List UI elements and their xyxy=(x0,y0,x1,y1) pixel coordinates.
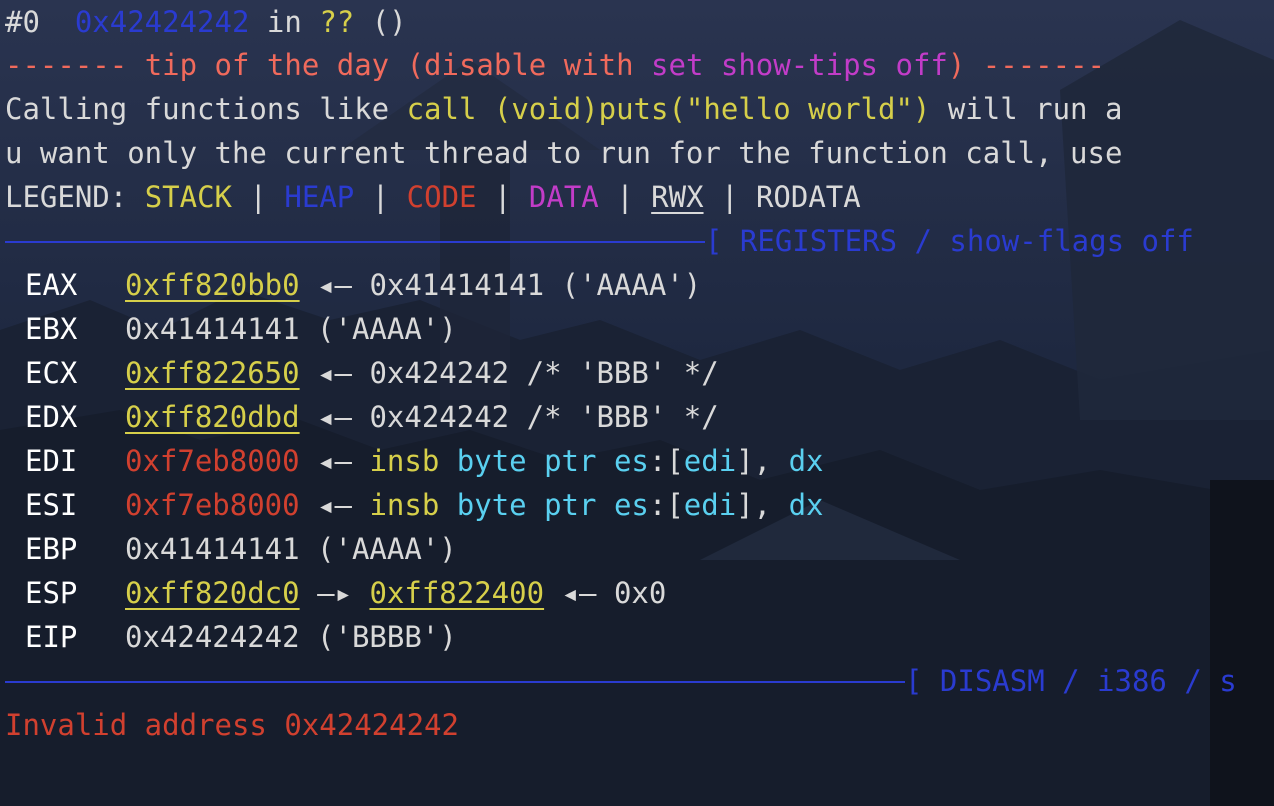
register-row-ecx: ECX 0xff822650 ◂— 0x424242 /* 'BBB' */ xyxy=(25,351,1274,395)
legend-heap: HEAP xyxy=(284,180,355,214)
backtrace-frame: #0 0x42424242 in ?? () xyxy=(5,0,1274,44)
deref-arrow: ◂— xyxy=(317,488,352,522)
instruction-punct: ], xyxy=(736,488,789,522)
instruction-mnemonic: insb xyxy=(369,444,440,478)
tip-line-1: Calling functions like call (void)puts("… xyxy=(5,87,1274,131)
instruction-operand: es xyxy=(613,488,649,522)
deref-arrow: ◂— xyxy=(317,268,352,302)
deref-value: 0x424242 /* 'BBB' */ xyxy=(369,356,719,390)
deref-arrow: ◂— xyxy=(317,444,352,478)
terminal: #0 0x42424242 in ?? () ------- tip of th… xyxy=(0,0,1274,806)
register-name: ESI xyxy=(25,488,78,522)
register-row-eax: EAX 0xff820bb0 ◂— 0x41414141 ('AAAA') xyxy=(25,263,1274,307)
frame-index: #0 xyxy=(5,5,40,39)
register-name: EIP xyxy=(25,620,78,654)
tip-line-1-suffix: will run a xyxy=(930,92,1123,126)
register-name: ESP xyxy=(25,576,78,610)
error-message: Invalid address 0x42424242 xyxy=(5,708,459,742)
deref-pointer: 0xff822400 xyxy=(369,576,545,610)
legend-code: CODE xyxy=(406,180,477,214)
register-name: EBX xyxy=(25,312,78,346)
register-row-ebp: EBP 0x41414141 ('AAAA') xyxy=(25,527,1274,571)
deref-arrow: —▸ xyxy=(317,576,352,610)
instruction-operand: byte ptr xyxy=(456,444,597,478)
legend-separator: | xyxy=(493,180,512,214)
frame-function: ?? xyxy=(319,5,355,39)
register-value: 0x42424242 ('BBBB') xyxy=(125,620,457,654)
instruction-punct: ], xyxy=(736,444,789,478)
tip-dashes-right: ------- xyxy=(982,48,1106,82)
register-value: 0x41414141 ('AAAA') xyxy=(125,532,457,566)
tip-paren-close: ) xyxy=(947,48,966,82)
instruction-mnemonic: insb xyxy=(369,488,440,522)
register-value: 0xff822650 xyxy=(125,356,300,390)
frame-args: () xyxy=(371,5,407,39)
tip-header: ------- tip of the day (disable with set… xyxy=(5,43,1274,87)
tip-disable-text: (disable with xyxy=(406,48,634,82)
register-row-eip: EIP 0x42424242 ('BBBB') xyxy=(25,615,1274,659)
legend-label: LEGEND: xyxy=(5,180,128,214)
instruction-punct: :[ xyxy=(648,488,684,522)
disasm-header: [ DISASM / i386 / s xyxy=(905,664,1237,698)
legend-rodata: RODATA xyxy=(755,180,861,214)
register-value: 0xff820bb0 xyxy=(125,268,300,302)
instruction-operand: es xyxy=(613,444,649,478)
legend-stack: STACK xyxy=(144,180,232,214)
register-row-esp: ESP 0xff820dc0 —▸ 0xff822400 ◂— 0x0 xyxy=(25,571,1274,615)
instruction-operand: dx xyxy=(788,488,824,522)
frame-in: in xyxy=(266,5,302,39)
instruction-operand: dx xyxy=(788,444,824,478)
deref-arrow: ◂— xyxy=(317,400,352,434)
tip-line-2: u want only the current thread to run fo… xyxy=(5,136,1123,170)
legend-separator: | xyxy=(371,180,390,214)
register-name: ECX xyxy=(25,356,78,390)
register-value: 0xf7eb8000 xyxy=(125,444,300,478)
instruction-operand: edi xyxy=(683,488,737,522)
register-value: 0xff820dbd xyxy=(125,400,300,434)
register-row-esi: ESI 0xf7eb8000 ◂— insb byte ptr es:[edi],… xyxy=(25,483,1274,527)
deref-value: 0x41414141 ('AAAA') xyxy=(369,268,702,302)
registers-header: [ REGISTERS / show-flags off xyxy=(705,224,1194,258)
legend-rwx: RWX xyxy=(651,180,704,214)
register-value: 0xf7eb8000 xyxy=(125,488,300,522)
register-name: EDI xyxy=(25,444,78,478)
legend: LEGEND: STACK | HEAP | CODE | DATA | RWX… xyxy=(5,175,1274,219)
legend-data: DATA xyxy=(528,180,599,214)
register-row-edx: EDX 0xff820dbd ◂— 0x424242 /* 'BBB' */ xyxy=(25,395,1274,439)
register-row-ebx: EBX 0x41414141 ('AAAA') xyxy=(25,307,1274,351)
instruction-punct: :[ xyxy=(648,444,684,478)
register-name: EDX xyxy=(25,400,78,434)
register-name: EAX xyxy=(25,268,78,302)
frame-address: 0x42424242 xyxy=(74,5,250,39)
legend-separator: | xyxy=(249,180,267,214)
disasm-separator xyxy=(5,681,905,683)
instruction-operand: byte ptr xyxy=(456,488,597,522)
deref-arrow: ◂— xyxy=(317,356,352,390)
deref-value: 0x0 xyxy=(613,576,667,610)
tip-title: tip of the day xyxy=(144,48,390,82)
legend-separator: | xyxy=(616,180,634,214)
deref-arrow: ◂— xyxy=(561,576,597,610)
register-name: EBP xyxy=(25,532,78,566)
register-row-edi: EDI 0xf7eb8000 ◂— insb byte ptr es:[edi],… xyxy=(25,439,1274,483)
tip-line-1-prefix: Calling functions like xyxy=(5,92,407,126)
deref-value: 0x424242 /* 'BBB' */ xyxy=(369,400,719,434)
tip-dashes-left: ------- xyxy=(5,48,128,82)
tip-disable-command: set show-tips off xyxy=(651,48,948,82)
registers-separator xyxy=(5,241,705,243)
register-value: 0x41414141 ('AAAA') xyxy=(125,312,457,346)
instruction-operand: edi xyxy=(683,444,737,478)
register-value: 0xff820dc0 xyxy=(125,576,300,610)
legend-separator: | xyxy=(721,180,739,214)
tip-line-1-code: call (void)puts("hello world") xyxy=(406,92,931,126)
